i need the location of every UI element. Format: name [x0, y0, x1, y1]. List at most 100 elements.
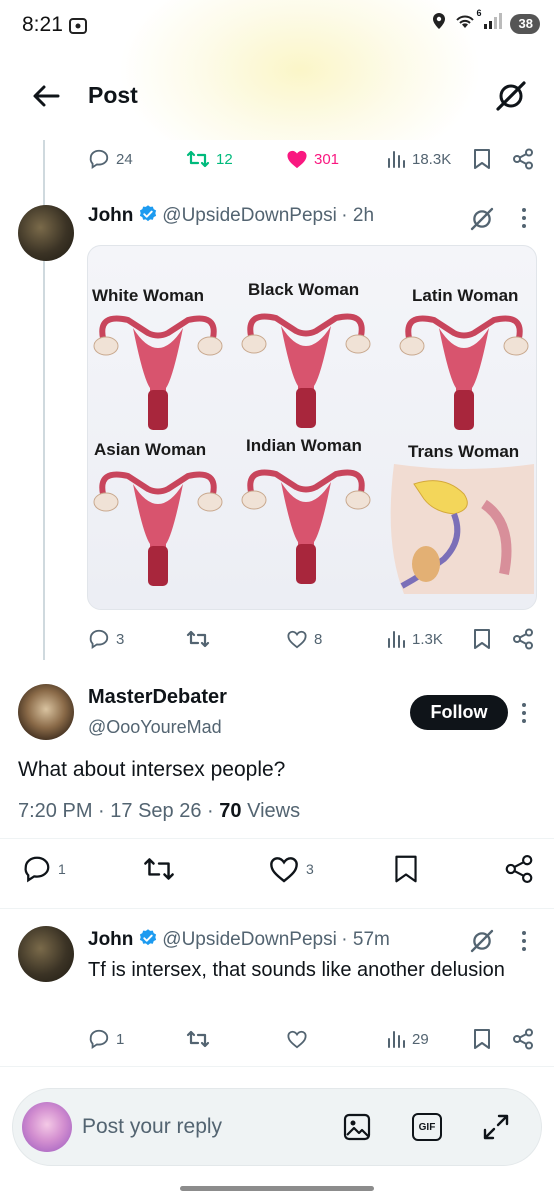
views-count: 1.3K [412, 630, 443, 648]
image-label: Black Woman [248, 280, 360, 299]
like-button[interactable]: 3 [268, 854, 314, 884]
reply-button[interactable]: 1 [88, 1028, 124, 1050]
tweet-time: 7:20 PM [18, 800, 93, 822]
share-button[interactable] [504, 854, 534, 884]
like-count: 3 [306, 861, 314, 877]
bookmark-icon [395, 855, 417, 883]
tweet-text: What about intersex people? [18, 758, 286, 781]
avatar-masterdebater[interactable] [18, 684, 74, 740]
gif-label: GIF [418, 1121, 436, 1133]
grok-icon [470, 929, 494, 953]
views-icon [388, 151, 405, 168]
bookmark-icon [474, 149, 490, 169]
like-button[interactable] [286, 1029, 308, 1049]
views-button[interactable]: 29 [386, 1029, 429, 1049]
author-handle[interactable]: @OooYoureMad [88, 717, 222, 738]
reply-button[interactable]: 24 [88, 148, 133, 170]
heart-filled-icon [287, 150, 307, 169]
reply-icon [24, 856, 50, 883]
more-options-button[interactable] [520, 207, 528, 234]
meta-separator: · [98, 800, 105, 822]
reply-icon [89, 149, 109, 169]
tweet-john-actions: 3 8 1.3K [0, 626, 554, 652]
reply-input[interactable]: Post your reply [82, 1115, 222, 1139]
like-count: 8 [314, 630, 323, 648]
share-button[interactable] [512, 1028, 534, 1050]
tweet-date: 17 Sep 26 [110, 800, 202, 822]
repost-button[interactable] [186, 1028, 210, 1050]
views-button[interactable]: 1.3K [386, 629, 443, 649]
like-button[interactable]: 301 [286, 149, 339, 169]
image-label: Indian Woman [246, 436, 362, 455]
home-indicator [180, 1186, 374, 1191]
image-label: Latin Woman [412, 286, 519, 305]
reply-count: 3 [116, 630, 125, 648]
bookmark-button[interactable] [473, 148, 491, 170]
more-options-button[interactable] [520, 702, 528, 729]
tweet-meta: 7:20 PM · 17 Sep 26 · 70 Views [18, 800, 300, 823]
tweet-time: · 2h [341, 205, 375, 226]
screenshot-icon [68, 16, 88, 41]
reply-button[interactable]: 1 [22, 854, 66, 884]
repost-button[interactable] [142, 854, 176, 884]
avatar-john[interactable] [18, 205, 74, 261]
author-name[interactable]: John [88, 205, 133, 226]
reply-icon [89, 1029, 109, 1049]
reply-button[interactable]: 3 [88, 628, 124, 650]
grok-tweet-button[interactable] [469, 928, 495, 959]
like-button[interactable]: 8 [286, 629, 322, 649]
divider [0, 908, 554, 909]
tweet-text: Tf is intersex, that sounds like another… [88, 959, 505, 981]
bookmark-button[interactable] [473, 628, 491, 650]
uterus-illustration [93, 315, 223, 430]
follow-button[interactable]: Follow [410, 695, 508, 730]
divider [0, 838, 554, 839]
grok-icon [470, 207, 494, 231]
more-vertical-icon [522, 931, 526, 951]
more-vertical-icon [522, 208, 526, 228]
repost-icon [186, 630, 210, 648]
views-button[interactable]: 18.3K [386, 149, 451, 169]
author-name[interactable]: MasterDebater [88, 686, 227, 709]
page-title: Post [88, 82, 138, 108]
share-icon [505, 854, 533, 884]
uterus-illustration [241, 469, 371, 584]
gif-button[interactable]: GIF [412, 1113, 442, 1141]
status-icons: 6 38 [432, 8, 540, 35]
repost-button[interactable]: 12 [186, 148, 233, 170]
bookmark-icon [474, 629, 490, 649]
author-handle[interactable]: @UpsideDownPepsi [162, 929, 337, 950]
views-icon [388, 1031, 405, 1048]
tweet-john-header: John @UpsideDownPepsi · 2h [88, 204, 374, 227]
anatomy-illustration [390, 464, 534, 594]
repost-count: 12 [216, 150, 233, 168]
arrow-left-icon [33, 85, 60, 107]
grok-icon [496, 81, 526, 111]
bookmark-button[interactable] [473, 1028, 491, 1050]
repost-icon [186, 1030, 210, 1048]
uterus-illustration [241, 313, 371, 428]
bookmark-button[interactable] [393, 854, 419, 884]
author-name[interactable]: John [88, 929, 133, 950]
share-button[interactable] [512, 628, 534, 650]
repost-button[interactable] [186, 628, 210, 650]
add-image-button[interactable] [342, 1112, 372, 1147]
more-options-button[interactable] [520, 930, 528, 957]
battery-level: 38 [509, 13, 540, 34]
network-type: 6 [476, 8, 482, 18]
share-button[interactable] [512, 148, 534, 170]
like-count: 301 [314, 150, 340, 168]
avatar-john[interactable] [18, 926, 74, 982]
image-icon [343, 1113, 371, 1141]
grok-tweet-button[interactable] [469, 206, 495, 237]
expand-composer-button[interactable] [481, 1112, 511, 1147]
back-button[interactable] [30, 80, 62, 117]
author-handle[interactable]: @UpsideDownPepsi [162, 205, 337, 226]
grok-button[interactable] [494, 79, 528, 118]
tweet-image[interactable]: White Woman Black Woman Latin Woman Asia… [87, 245, 537, 610]
parent-actions: 24 12 301 18.3K [0, 146, 554, 172]
image-label: Trans Woman [408, 442, 520, 461]
main-tweet-actions: 1 3 [0, 852, 554, 886]
heart-icon [270, 857, 298, 883]
views-count[interactable]: 70 [219, 800, 241, 822]
